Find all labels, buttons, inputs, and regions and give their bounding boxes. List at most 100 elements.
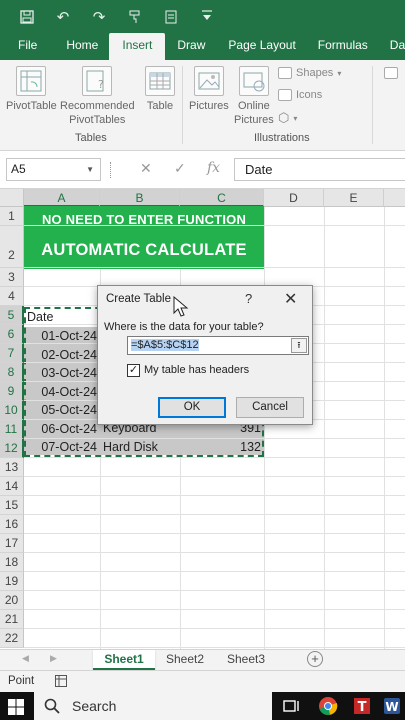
customize-icon[interactable] — [196, 6, 218, 28]
column-header-b[interactable]: B — [100, 189, 180, 207]
name-box-value: A5 — [11, 162, 26, 176]
icons-button[interactable]: Icons — [278, 89, 322, 101]
row-header[interactable]: 14 — [0, 477, 24, 496]
row-header[interactable]: 2 — [0, 226, 24, 268]
dialog-title: Create Table — [106, 293, 171, 305]
row-header[interactable]: 10 — [0, 401, 24, 420]
row-header[interactable]: 5 — [0, 306, 24, 325]
tab-formulas[interactable]: Formulas — [307, 33, 379, 60]
pictures-button[interactable]: Pictures — [189, 66, 229, 113]
row-header[interactable]: 22 — [0, 629, 24, 648]
formula-bar-splitter[interactable] — [110, 162, 112, 178]
headers-checkbox-label[interactable]: My table has headers — [144, 364, 249, 376]
shapes-button[interactable]: Shapes ▾ — [278, 67, 341, 79]
chevron-right-icon[interactable]: ▶ — [50, 653, 57, 664]
quick-print-icon[interactable] — [160, 6, 182, 28]
tab-draw[interactable]: Draw — [165, 33, 217, 60]
gridline — [24, 647, 405, 648]
tab-insert[interactable]: Insert — [109, 33, 166, 60]
row-header[interactable]: 8 — [0, 363, 24, 382]
row-header[interactable]: 11 — [0, 420, 24, 439]
recommended-pivottables-button[interactable]: ? Recommended PivotTables — [60, 66, 135, 127]
undo-icon[interactable]: ↶ — [52, 6, 74, 28]
row-header[interactable]: 3 — [0, 268, 24, 287]
pivottable-button[interactable]: PivotTable — [6, 66, 57, 113]
gridline — [24, 571, 405, 572]
name-box[interactable]: A5 ▼ — [6, 158, 101, 181]
row-header[interactable]: 16 — [0, 515, 24, 534]
cancel-button[interactable]: Cancel — [236, 397, 304, 418]
column-header-f[interactable] — [384, 189, 405, 207]
close-icon[interactable]: ✕ — [284, 289, 297, 309]
tab-page-layout[interactable]: Page Layout — [217, 33, 306, 60]
search-placeholder: Search — [72, 698, 117, 714]
chevron-left-icon[interactable]: ◀ — [22, 653, 29, 664]
save-icon[interactable] — [16, 6, 38, 28]
pictures-icon — [193, 66, 224, 96]
row-header[interactable]: 20 — [0, 591, 24, 610]
online-pictures-icon — [238, 66, 269, 96]
gridline — [24, 590, 405, 591]
ok-button[interactable]: OK — [158, 397, 226, 418]
select-all-corner[interactable] — [0, 189, 24, 207]
column-header-c[interactable]: C — [180, 189, 264, 207]
pivottable-icon — [16, 66, 47, 96]
format-painter-icon[interactable] — [124, 6, 146, 28]
row-header[interactable]: 19 — [0, 572, 24, 591]
column-header-d[interactable]: D — [264, 189, 324, 207]
windows-start-icon[interactable] — [8, 699, 24, 715]
gridline — [24, 609, 405, 610]
row-header[interactable]: 17 — [0, 534, 24, 553]
redo-icon[interactable]: ↷ — [88, 6, 110, 28]
row-header[interactable]: 6 — [0, 325, 24, 344]
tab-home[interactable]: Home — [57, 33, 109, 60]
column-header-a[interactable]: A — [24, 189, 100, 207]
row-header[interactable]: 18 — [0, 553, 24, 572]
task-view-icon[interactable] — [281, 696, 301, 716]
online-pictures-label-1: Online — [237, 100, 270, 112]
sheet-tab-sheet1[interactable]: Sheet1 — [93, 650, 155, 670]
range-input[interactable]: =$A$5:$C$12 ⭱ — [127, 336, 309, 355]
row-header[interactable]: 12 — [0, 439, 24, 458]
ribbon-insert: PivotTable ? Recommended PivotTables Tab… — [0, 60, 405, 151]
cancel-icon[interactable]: ✕ — [140, 160, 152, 177]
sheet-tab-sheet2[interactable]: Sheet2 — [157, 650, 213, 670]
gridline — [24, 438, 405, 439]
formula-input[interactable]: Date — [234, 158, 405, 181]
row-header[interactable]: 9 — [0, 382, 24, 401]
tab-data[interactable]: Data — [379, 33, 405, 60]
text-app-icon[interactable]: T — [352, 696, 372, 716]
row-header[interactable]: 4 — [0, 287, 24, 306]
row-header[interactable]: 21 — [0, 610, 24, 629]
chevron-down-icon: ▾ — [293, 113, 298, 123]
gridline — [24, 514, 405, 515]
online-pictures-button[interactable]: Online Pictures — [234, 66, 274, 127]
row-header[interactable]: 7 — [0, 344, 24, 363]
add-ins-button[interactable] — [384, 67, 398, 79]
chrome-icon[interactable] — [318, 696, 338, 716]
sheet-tab-sheet3[interactable]: Sheet3 — [217, 650, 275, 670]
banner: NO NEED TO ENTER FUNCTION AUTOMATIC CALC… — [24, 206, 264, 269]
row-header[interactable]: 15 — [0, 496, 24, 515]
accessibility-icon[interactable] — [55, 675, 67, 690]
insert-function-icon[interactable]: fx — [207, 160, 220, 176]
row-header[interactable]: 13 — [0, 458, 24, 477]
chevron-down-icon[interactable]: ▼ — [86, 159, 94, 180]
tab-file[interactable]: File — [0, 33, 57, 60]
gridline — [24, 552, 405, 553]
row-header[interactable]: 1 — [0, 207, 24, 226]
collapse-dialog-icon[interactable]: ⭱ — [291, 338, 307, 353]
headers-checkbox[interactable]: ✓ — [127, 364, 140, 377]
3d-models-button[interactable]: ⬡ ▾ — [278, 110, 297, 126]
help-icon[interactable]: ? — [245, 291, 252, 306]
formula-bar: A5 ▼ ✕ ✓ fx Date — [0, 151, 405, 189]
column-header-e[interactable]: E — [324, 189, 384, 207]
add-sheet-icon[interactable]: + — [307, 651, 323, 667]
chevron-down-icon: ▾ — [337, 68, 342, 78]
create-table-dialog: Create Table ? ✕ Where is the data for y… — [97, 285, 313, 425]
enter-icon[interactable]: ✓ — [174, 160, 186, 177]
svg-text:T: T — [358, 700, 367, 715]
word-icon[interactable]: W — [382, 696, 402, 716]
table-button[interactable]: Table — [145, 66, 175, 113]
taskbar-search[interactable]: Search — [34, 692, 272, 720]
